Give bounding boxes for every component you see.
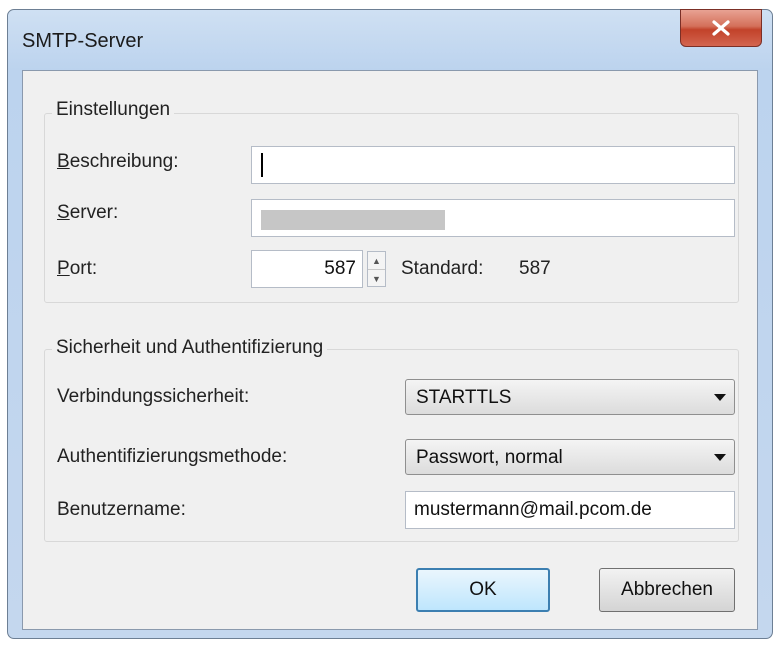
- server-input[interactable]: [251, 199, 735, 237]
- server-label: Server:: [57, 202, 119, 223]
- description-input[interactable]: [251, 146, 735, 184]
- close-icon: [712, 20, 730, 36]
- port-label-text: ort:: [69, 258, 98, 279]
- username-label: Benutzername:: [57, 499, 186, 520]
- close-button[interactable]: [680, 9, 762, 47]
- description-label: Beschreibung:: [57, 151, 179, 172]
- dialog-window: SMTP-Server Einstellungen Beschreibung: …: [7, 9, 773, 639]
- dialog-title: SMTP-Server: [22, 30, 144, 52]
- connection-security-label: Verbindungssicherheit:: [57, 386, 250, 407]
- port-value: 587: [324, 258, 356, 279]
- port-spinner[interactable]: ▲ ▼: [367, 251, 386, 287]
- server-label-text: erver:: [69, 202, 119, 223]
- connection-security-value: STARTTLS: [416, 387, 512, 408]
- redacted-server-value: [261, 210, 445, 230]
- description-label-text: eschreibung:: [69, 151, 179, 172]
- auth-method-dropdown[interactable]: Passwort, normal: [405, 439, 735, 475]
- settings-group-label: Einstellungen: [52, 99, 175, 121]
- auth-method-value: Passwort, normal: [416, 447, 563, 468]
- cancel-button[interactable]: Abbrechen: [599, 568, 735, 612]
- ok-button[interactable]: OK: [416, 568, 550, 612]
- text-caret: [261, 153, 263, 177]
- arrow-down-icon[interactable]: ▼: [368, 269, 385, 287]
- username-input[interactable]: mustermann@mail.pcom.de: [405, 491, 735, 529]
- arrow-up-icon[interactable]: ▲: [368, 252, 385, 269]
- chevron-down-icon: [714, 394, 726, 401]
- security-group-label: Sicherheit und Authentifizierung: [52, 337, 328, 359]
- connection-security-dropdown[interactable]: STARTTLS: [405, 379, 735, 415]
- port-input[interactable]: 587: [251, 250, 363, 288]
- standard-value: 587: [519, 258, 551, 279]
- auth-method-label: Authentifizierungsmethode:: [57, 446, 288, 467]
- port-label: Port:: [57, 258, 98, 279]
- username-value: mustermann@mail.pcom.de: [414, 499, 652, 520]
- dialog-client-area: Einstellungen Beschreibung: Server: Port…: [22, 70, 758, 630]
- chevron-down-icon: [714, 454, 726, 461]
- standard-label: Standard:: [401, 258, 484, 279]
